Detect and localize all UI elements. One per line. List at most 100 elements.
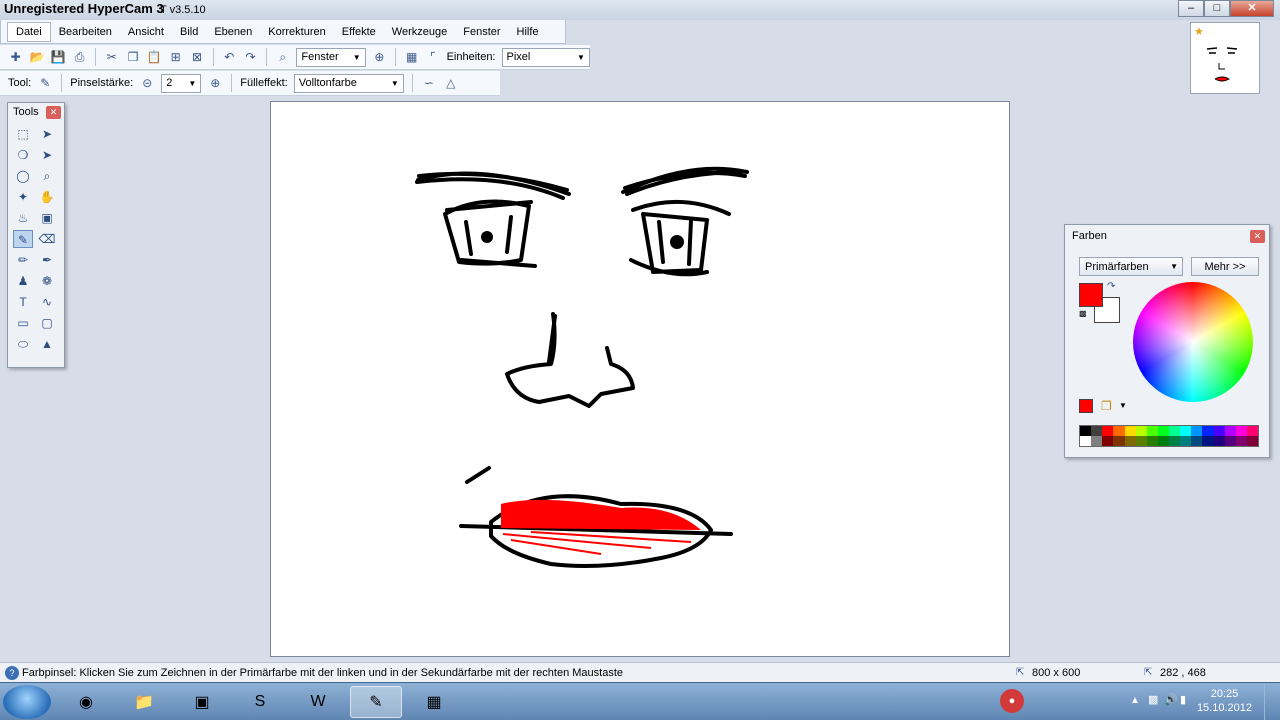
photo-viewer-icon[interactable]: ▦ (408, 686, 460, 718)
color-picker-icon[interactable]: ✒ (37, 251, 57, 269)
palette-swatch[interactable] (1102, 436, 1114, 446)
palette-swatch[interactable] (1091, 426, 1103, 436)
add-to-palette-icon[interactable] (1079, 399, 1093, 413)
rectangle-icon[interactable]: ▭ (13, 314, 33, 332)
increase-width-icon[interactable]: ⊕ (207, 75, 223, 91)
print-icon[interactable]: ⎙ (72, 49, 87, 65)
swap-colors-icon[interactable]: ↷ (1107, 281, 1115, 292)
palette-swatch[interactable] (1113, 436, 1125, 446)
line-curve-icon[interactable]: ∿ (37, 293, 57, 311)
palette-swatch[interactable] (1202, 436, 1214, 446)
palette-swatch[interactable] (1224, 426, 1236, 436)
pencil-icon[interactable]: ✏ (13, 251, 33, 269)
palette-swatch[interactable] (1102, 426, 1114, 436)
zoom-mode-select[interactable]: Fenster ▼ (296, 47, 366, 67)
paintbrush-icon[interactable]: ✎ (13, 230, 33, 248)
show-desktop-button[interactable] (1264, 683, 1280, 720)
palette-swatch[interactable] (1180, 426, 1192, 436)
rounded-rectangle-icon[interactable]: ▢ (37, 314, 57, 332)
chevron-down-icon[interactable]: ▼ (1119, 401, 1127, 410)
crop-icon[interactable]: ⊞ (168, 49, 183, 65)
ellipse-select-icon[interactable]: ◯ (13, 167, 33, 185)
blend-mode-icon[interactable]: △ (443, 75, 459, 91)
zoom-out-icon[interactable]: ⌕ (275, 49, 290, 65)
move-selection-icon[interactable]: ➤ (37, 125, 57, 143)
palette-swatch[interactable] (1213, 426, 1225, 436)
fill-select[interactable]: Volltonfarbe ▼ (293, 73, 404, 93)
antialiasing-icon[interactable]: ∽ (421, 75, 437, 91)
menu-effekte[interactable]: Effekte (334, 26, 384, 38)
freeform-shape-icon[interactable]: ▲ (37, 335, 57, 353)
reset-colors-icon[interactable]: ▩ (1079, 309, 1087, 318)
open-file-icon[interactable]: 📂 (29, 49, 44, 65)
record-icon[interactable]: ● (1000, 689, 1024, 713)
palette-swatch[interactable] (1113, 426, 1125, 436)
menu-hilfe[interactable]: Hilfe (509, 26, 547, 38)
paint-bucket-icon[interactable]: ♨ (13, 209, 33, 227)
palette-swatch[interactable] (1202, 426, 1214, 436)
palette-swatch[interactable] (1146, 436, 1158, 446)
minimize-button[interactable]: – (1178, 0, 1204, 17)
file-manager-icon[interactable]: 📁 (118, 686, 170, 718)
paint-net-icon[interactable]: ✎ (350, 686, 402, 718)
units-select[interactable]: Pixel ▼ (501, 47, 590, 67)
copy-icon[interactable]: ❐ (125, 49, 140, 65)
palette-swatch[interactable] (1246, 426, 1258, 436)
network-icon[interactable]: ▩ (1148, 693, 1158, 706)
palette-swatch[interactable] (1246, 436, 1258, 446)
clone-stamp-icon[interactable]: ♟ (13, 272, 33, 290)
save-icon[interactable]: 💾 (51, 49, 66, 65)
battery-icon[interactable]: ▮ (1180, 693, 1186, 706)
menu-datei[interactable]: Datei (7, 21, 51, 42)
palette-swatch[interactable] (1135, 426, 1147, 436)
clock[interactable]: 20:25 15.10.2012 (1197, 687, 1252, 715)
menu-ansicht[interactable]: Ansicht (120, 26, 172, 38)
close-icon[interactable]: ✕ (46, 105, 61, 119)
zoom-icon[interactable]: ⌕ (37, 167, 57, 185)
wow-icon[interactable]: W (292, 686, 344, 718)
skype-icon[interactable]: S (234, 686, 286, 718)
menu-bearbeiten[interactable]: Bearbeiten (51, 26, 120, 38)
text-icon[interactable]: T (13, 293, 33, 311)
pan-hand-icon[interactable]: ✋ (37, 188, 57, 206)
palette-swatch[interactable] (1124, 436, 1136, 446)
undo-icon[interactable]: ↶ (222, 49, 237, 65)
brush-width-select[interactable]: 2 ▼ (161, 73, 202, 93)
close-icon[interactable]: ✕ (1250, 229, 1265, 243)
palette-swatch[interactable] (1080, 436, 1092, 446)
palette-swatch[interactable] (1146, 426, 1158, 436)
palette-swatch[interactable] (1169, 436, 1181, 446)
move-pixels-icon[interactable]: ➤ (37, 146, 57, 164)
chevron-up-icon[interactable]: ▲ (1130, 695, 1140, 706)
palette-swatch[interactable] (1091, 436, 1103, 446)
palette-swatch[interactable] (1169, 426, 1181, 436)
eraser-icon[interactable]: ⌫ (37, 230, 57, 248)
drawing-canvas[interactable] (270, 101, 1010, 657)
ruler-icon[interactable]: ⌜ (425, 49, 440, 65)
menu-fenster[interactable]: Fenster (455, 26, 508, 38)
volume-icon[interactable]: 🔊 (1164, 693, 1178, 706)
gradient-icon[interactable]: ▣ (37, 209, 57, 227)
terminal-icon[interactable]: ▣ (176, 686, 228, 718)
zoom-in-icon[interactable]: ⊕ (372, 49, 387, 65)
palette-swatch[interactable] (1235, 436, 1247, 446)
palette-swatch[interactable] (1157, 426, 1169, 436)
image-thumbnail[interactable]: ★ (1190, 22, 1260, 94)
more-colors-button[interactable]: Mehr >> (1191, 257, 1259, 276)
palette-swatch[interactable] (1180, 436, 1192, 446)
maximize-button[interactable]: □ (1204, 0, 1230, 17)
palette-swatch[interactable] (1157, 436, 1169, 446)
menu-ebenen[interactable]: Ebenen (206, 26, 260, 38)
menu-werkzeuge[interactable]: Werkzeuge (384, 26, 455, 38)
palette-swatch[interactable] (1135, 436, 1147, 446)
start-button[interactable] (3, 685, 51, 719)
palette-menu-icon[interactable]: ❐ (1101, 399, 1112, 413)
ellipse-icon[interactable]: ⬭ (13, 335, 33, 353)
close-button[interactable]: ✕ (1230, 0, 1274, 17)
palette-swatch[interactable] (1191, 436, 1203, 446)
deselect-icon[interactable]: ⊠ (189, 49, 204, 65)
palette-swatch[interactable] (1124, 426, 1136, 436)
color-palette[interactable] (1079, 425, 1259, 447)
grid-icon[interactable]: ▦ (404, 49, 419, 65)
decrease-width-icon[interactable]: ⊝ (139, 75, 155, 91)
